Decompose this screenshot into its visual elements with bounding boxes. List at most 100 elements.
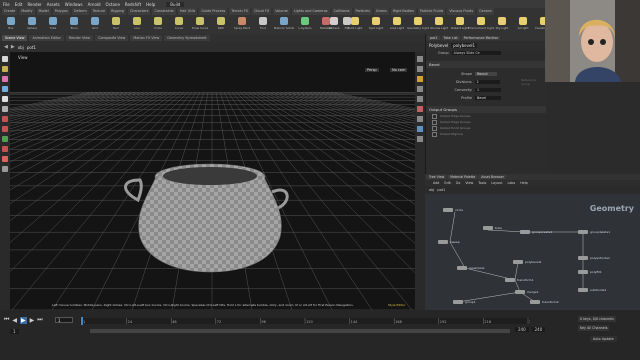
shelf-tab[interactable]: Particle Fluids [417, 8, 446, 15]
forward-icon[interactable]: ▶ [11, 44, 15, 50]
tool-environment-light[interactable]: Environment Light [468, 16, 494, 33]
desktop-menu[interactable]: Build [166, 1, 185, 7]
menu-edit[interactable]: Edit [15, 2, 23, 7]
network-node[interactable] [520, 230, 530, 234]
tool-path[interactable]: Path [212, 16, 230, 33]
tool-circle[interactable]: Circle [149, 16, 167, 33]
range-end-2[interactable]: 240 [531, 327, 546, 332]
move-icon[interactable] [2, 66, 8, 72]
tab-composite-view[interactable]: Composite View [95, 35, 129, 41]
menu-redshift[interactable]: Redshift [125, 2, 141, 7]
menu-assets[interactable]: Assets [47, 2, 60, 7]
network-node[interactable] [578, 288, 588, 292]
shelf-tab[interactable]: Lights and Cameras [291, 8, 330, 15]
shelf-tab[interactable]: Grains [373, 8, 389, 15]
tool-distant-light[interactable]: Distant Light [451, 16, 469, 33]
checkbox[interactable] [432, 113, 437, 119]
tab-render-view[interactable]: Render View [65, 35, 94, 41]
param-tab[interactable]: Take List [441, 35, 460, 40]
tool-point-light[interactable]: Point Light [346, 16, 364, 33]
wire-icon[interactable] [417, 96, 423, 102]
bevel-section[interactable]: Bevel [429, 62, 440, 67]
snap-icon[interactable] [2, 126, 8, 132]
menu-windows[interactable]: Windows [65, 2, 83, 7]
network-node[interactable] [505, 278, 515, 282]
network-node[interactable] [438, 240, 448, 244]
param-tab[interactable]: Performance Monitor [461, 35, 501, 40]
shading-icon[interactable] [417, 66, 423, 72]
shelf-tab[interactable]: Viscous Fluids [447, 8, 476, 15]
magnet-icon[interactable] [2, 146, 8, 152]
shelf-tab[interactable]: Particles [353, 8, 372, 15]
range-end[interactable]: 240 [515, 327, 529, 332]
shelf-tab[interactable]: Texture [90, 8, 108, 15]
network-node[interactable] [515, 290, 525, 294]
tool-camera[interactable]: Camera [325, 16, 343, 33]
tool-null[interactable]: Null [107, 16, 125, 33]
tab-scene-view[interactable]: Scene View [2, 35, 28, 41]
param-value[interactable]: 2 [474, 80, 501, 84]
checkbox[interactable] [432, 131, 437, 137]
shelf-tab[interactable]: Deform [72, 8, 89, 15]
tool-l-system[interactable]: L-System [296, 16, 314, 33]
shelf-tab[interactable]: Terrain FX [229, 8, 251, 15]
tool-volume-light[interactable]: Volume Light [430, 16, 448, 33]
shelf-tab[interactable]: Guide Process [199, 8, 228, 15]
tool-font[interactable]: Font [254, 16, 272, 33]
tool-area-light[interactable]: Area Light [388, 16, 406, 33]
light-icon[interactable] [2, 156, 8, 162]
lighting-icon[interactable] [417, 76, 423, 82]
param-tab[interactable]: pot1 [428, 35, 440, 40]
shelf-tab[interactable]: Volume [273, 8, 290, 15]
shelf-tab[interactable]: Rigid Bodies [390, 8, 416, 15]
play-icon[interactable]: ▶ [20, 316, 27, 324]
jump-end-icon[interactable]: ⏭ [37, 316, 42, 324]
frame-field[interactable]: 1 [55, 317, 73, 323]
tool-geometry-light[interactable]: Geometry Light [407, 16, 429, 33]
select-icon[interactable] [2, 56, 8, 62]
range-slider[interactable] [90, 328, 510, 334]
network-node[interactable] [530, 300, 540, 304]
network-node[interactable] [483, 226, 493, 230]
camera-icon[interactable] [417, 126, 423, 132]
menu-arnold[interactable]: Arnold [88, 2, 101, 7]
persp-menu[interactable]: Persp [365, 68, 379, 72]
back-icon[interactable]: ◀ [4, 44, 8, 50]
checkbox[interactable] [432, 119, 437, 125]
ghost-icon[interactable] [417, 86, 423, 92]
output-groups-section[interactable]: Output Groups [429, 107, 457, 112]
tool-draw-curve[interactable]: Draw Curve [191, 16, 209, 33]
menu-file[interactable]: File [3, 2, 10, 7]
shelf-tab[interactable]: Create [2, 8, 18, 15]
shelf-tab[interactable]: Modify [19, 8, 35, 15]
shelf-tab[interactable]: Oceans [477, 8, 494, 15]
key-all-button[interactable]: Key All Channels [578, 325, 610, 331]
path-root[interactable]: obj [18, 45, 24, 50]
display-icon[interactable] [417, 56, 423, 62]
playhead[interactable] [81, 317, 83, 325]
tool-box[interactable]: Box [2, 16, 20, 33]
network-view[interactable]: Tree View Material Palette Asset Browser A… [425, 174, 640, 314]
param-value[interactable]: Bevel [475, 96, 501, 100]
brush-icon[interactable] [2, 166, 8, 172]
shelf-tab[interactable]: Cloud FX [252, 8, 272, 15]
group-field[interactable]: Always Slide Ce [451, 51, 501, 55]
tab-geometry-spreadsheet[interactable]: Geometry Spreadsheet [164, 35, 210, 41]
network-node[interactable] [578, 270, 588, 274]
path-node[interactable]: pot1 [27, 45, 36, 50]
param-value[interactable]: Round [475, 72, 497, 76]
jump-start-icon[interactable]: ⏮ [4, 316, 9, 324]
shelf-tab[interactable]: Characters [127, 8, 151, 15]
step-back-icon[interactable]: ◀ [12, 317, 17, 324]
shelf-tab[interactable]: Rigging [109, 8, 126, 15]
rotate-icon[interactable] [2, 76, 8, 82]
node-name[interactable]: polybevel1 [451, 42, 478, 48]
tool-platonic-solids[interactable]: Platonic Solids [274, 16, 294, 33]
shelf-tab[interactable]: Collisions [331, 8, 352, 15]
menu-render[interactable]: Render [27, 2, 41, 7]
tool-sphere[interactable]: Sphere [23, 16, 41, 33]
network-node[interactable] [578, 230, 588, 234]
network-node[interactable] [513, 260, 523, 264]
tool-spray-paint[interactable]: Spray Paint [233, 16, 251, 33]
tab-animation-editor[interactable]: Animation Editor [29, 35, 64, 41]
